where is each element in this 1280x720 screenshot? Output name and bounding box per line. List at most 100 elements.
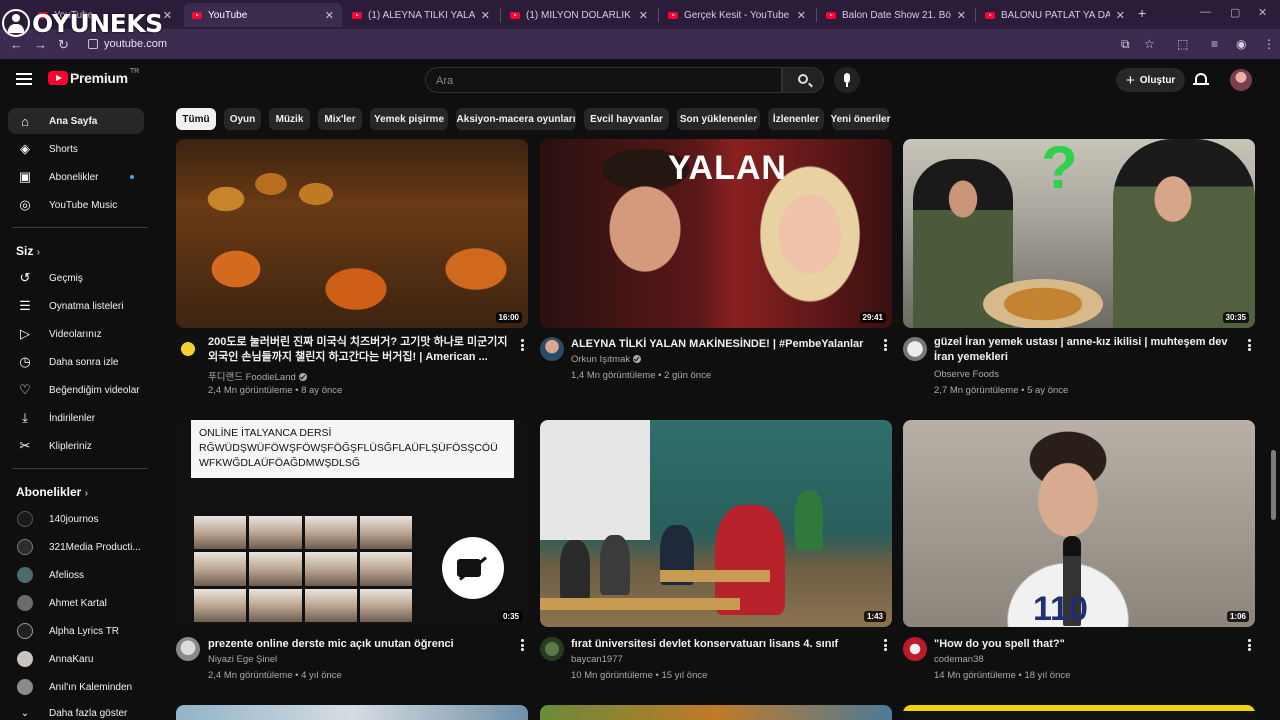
more-options-icon[interactable]	[1248, 339, 1252, 351]
chip-music[interactable]: Müzik	[269, 108, 310, 130]
sidebar-you-heading[interactable]: Siz ›	[16, 244, 40, 258]
browser-tab-7[interactable]: BALONU PATLAT YA DA GERÇE ✕	[977, 3, 1133, 27]
page-scrollbar[interactable]	[1271, 450, 1276, 520]
video-channel[interactable]: Orkun Işıtmak	[571, 354, 642, 365]
maximize-icon[interactable]: ▢	[1230, 6, 1240, 19]
video-title[interactable]: ALEYNA TİLKİ YALAN MAKİNESİNDE! | #Pembe…	[571, 337, 875, 352]
video-thumbnail[interactable]: 1:43	[540, 420, 892, 627]
sidebar-item-liked-videos[interactable]: ♡ Beğendiğim videolar	[8, 377, 144, 403]
video-channel[interactable]: baycan1977	[571, 654, 623, 665]
sidebar-show-more[interactable]: ⌄ Daha fazla göster	[8, 702, 144, 720]
channel-avatar[interactable]	[540, 637, 564, 661]
shorts-icon: ◈	[20, 141, 30, 156]
sidebar-channel-alpha-lyrics[interactable]: Alpha Lyrics TR	[8, 618, 144, 644]
browser-tab-4[interactable]: (1) MİLYON DOLARLIK TCL BİL ✕	[502, 3, 656, 27]
channel-avatar[interactable]	[176, 337, 200, 361]
browser-tab-6[interactable]: Balon Date Show 21. Bölüm - Y ✕	[818, 3, 974, 27]
tab-close-icon[interactable]: ✕	[957, 9, 966, 22]
channel-avatar[interactable]	[903, 637, 927, 661]
sidebar-channel-140journos[interactable]: 140journos	[8, 506, 144, 532]
sidebar-item-home[interactable]: ⌂ Ana Sayfa	[8, 108, 144, 134]
media-icon[interactable]: ≡	[1211, 37, 1218, 51]
sidebar-channel-afelioss[interactable]: Afelioss	[8, 562, 144, 588]
more-options-icon[interactable]	[884, 339, 888, 351]
bookmark-star-icon[interactable]: ☆	[1144, 37, 1155, 51]
video-duration: 1:43	[863, 611, 886, 622]
browser-tab-5[interactable]: Gerçek Kesit - YouTube ✕	[660, 3, 814, 27]
tab-close-icon[interactable]: ✕	[481, 9, 490, 22]
more-options-icon[interactable]	[1248, 639, 1252, 651]
sidebar-channel-321media[interactable]: 321Media Producti...	[8, 534, 144, 560]
extensions-icon[interactable]: ⬚	[1177, 37, 1188, 51]
chip-watched[interactable]: İzlenenler	[768, 108, 824, 130]
tab-close-icon[interactable]: ✕	[639, 9, 648, 22]
chip-all[interactable]: Tümü	[176, 108, 216, 130]
new-tab-icon[interactable]: +	[1138, 5, 1146, 21]
video-channel[interactable]: Niyazi Ege Şinel	[208, 654, 277, 665]
youtube-logo[interactable]: Premium TR	[48, 68, 139, 86]
channel-avatar[interactable]	[176, 637, 200, 661]
browser-tab-3[interactable]: (1) ALEYNA TİLKİ YALAN MAKİ ✕	[344, 3, 498, 27]
search-input[interactable]: Ara	[425, 67, 782, 93]
minimize-icon[interactable]: —	[1200, 6, 1211, 18]
sidebar-channel-annakaru[interactable]: AnnaKaru	[8, 646, 144, 672]
video-thumbnail[interactable]	[176, 705, 528, 720]
video-title[interactable]: "How do you spell that?"	[934, 637, 1238, 652]
sidebar-item-your-videos[interactable]: ▷ Videolarınız	[8, 321, 144, 347]
cast-icon[interactable]: ⧉	[1121, 37, 1130, 52]
sidebar-item-label: Geçmiş	[49, 272, 83, 284]
tab-close-icon[interactable]: ✕	[163, 9, 172, 22]
watermark-person-icon	[2, 9, 30, 37]
create-button[interactable]: + Oluştur	[1116, 68, 1186, 92]
more-options-icon[interactable]	[521, 639, 525, 651]
chip-recently-uploaded[interactable]: Son yüklenenler	[677, 108, 760, 130]
more-options-icon[interactable]	[884, 639, 888, 651]
sidebar-item-subscriptions[interactable]: ▣ Abonelikler	[8, 164, 144, 190]
profile-icon[interactable]: ◉	[1236, 37, 1246, 51]
chip-mixes[interactable]: Mix'ler	[318, 108, 362, 130]
chip-new-to-you[interactable]: Yeni öneriler	[830, 108, 891, 130]
chip-pets[interactable]: Evcil hayvanlar	[584, 108, 669, 130]
video-thumbnail[interactable]: 16:00	[176, 139, 528, 328]
sidebar-item-clips[interactable]: ✂ Klipleriniz	[8, 433, 144, 459]
sidebar-item-youtube-music[interactable]: ◎ YouTube Music	[8, 192, 144, 218]
channel-avatar[interactable]	[903, 337, 927, 361]
tab-close-icon[interactable]: ✕	[325, 9, 334, 22]
video-thumbnail[interactable]: 110 1:06	[903, 420, 1255, 627]
channel-avatar[interactable]	[540, 337, 564, 361]
video-thumbnail[interactable]: ONLİNE İTALYANCA DERSİ RĞWÜDŞWÜFÖWŞFÖWŞF…	[176, 420, 528, 627]
more-options-icon[interactable]	[521, 339, 525, 351]
sidebar-subscriptions-heading[interactable]: Abonelikler ›	[16, 485, 88, 499]
sidebar-item-playlists[interactable]: ☰ Oynatma listeleri	[8, 293, 144, 319]
sidebar-item-watch-later[interactable]: ◷ Daha sonra izle	[8, 349, 144, 375]
video-channel[interactable]: codeman38	[934, 654, 984, 665]
account-avatar[interactable]	[1230, 69, 1252, 91]
video-channel[interactable]: 푸디랜드 FoodieLand	[208, 369, 307, 383]
chip-action-adventure[interactable]: Aksiyon-macera oyunları	[456, 108, 576, 130]
menu-icon[interactable]	[16, 73, 32, 85]
tab-close-icon[interactable]: ✕	[1116, 9, 1125, 22]
chip-gaming[interactable]: Oyun	[224, 108, 261, 130]
sidebar-item-history[interactable]: ↺ Geçmiş	[8, 265, 144, 291]
video-thumbnail[interactable]	[903, 705, 1255, 720]
browser-tab-2[interactable]: YouTube ✕	[184, 3, 342, 27]
video-thumbnail[interactable]: ? 30:35	[903, 139, 1255, 328]
browser-menu-icon[interactable]: ⋮	[1263, 37, 1275, 51]
video-title[interactable]: güzel İran yemek ustası | anne-kız ikili…	[934, 335, 1238, 365]
video-title[interactable]: 200도로 눌러버린 진짜 미국식 치즈버거? 고기맛 하나로 미군기지 외국인…	[208, 335, 512, 365]
video-channel[interactable]: Observe Foods	[934, 369, 999, 380]
chip-cooking[interactable]: Yemek pişirme	[370, 108, 448, 130]
search-button[interactable]	[782, 67, 824, 93]
video-thumbnail[interactable]	[540, 705, 892, 720]
notifications-icon[interactable]	[1193, 73, 1209, 85]
video-title[interactable]: fırat üniversitesi devlet konservatuarı …	[571, 637, 875, 652]
video-title[interactable]: prezente online derste mic açık unutan ö…	[208, 637, 512, 652]
sidebar-item-shorts[interactable]: ◈ Shorts	[8, 136, 144, 162]
sidebar-channel-anilin-kaleminden[interactable]: Anıl'ın Kaleminden	[8, 674, 144, 700]
voice-search-icon[interactable]	[834, 67, 860, 93]
video-thumbnail[interactable]: YALAN 29:41	[540, 139, 892, 328]
sidebar-item-downloads[interactable]: ⤓ İndirilenler	[8, 405, 144, 431]
close-window-icon[interactable]: ✕	[1258, 6, 1267, 19]
sidebar-channel-ahmet-kartal[interactable]: Ahmet Kartal	[8, 590, 144, 616]
tab-close-icon[interactable]: ✕	[797, 9, 806, 22]
